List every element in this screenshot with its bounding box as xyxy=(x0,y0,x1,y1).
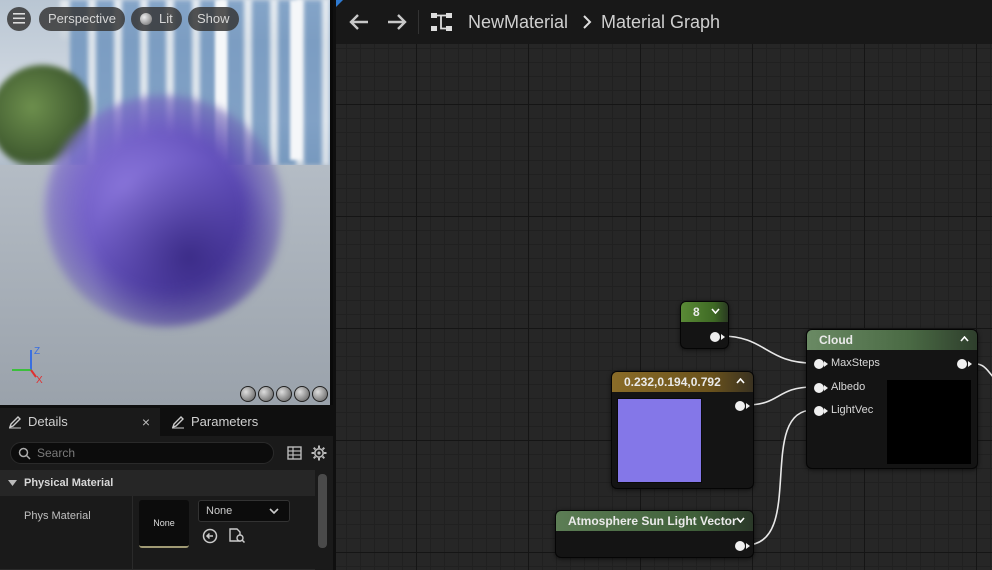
lighting-mode-button[interactable]: Lit xyxy=(131,7,182,31)
graph-icon xyxy=(431,13,452,31)
graph-toolbar: NewMaterial Material Graph xyxy=(336,0,992,44)
details-tab-bar: Details × Parameters xyxy=(0,408,333,436)
input-pin-lightvec[interactable] xyxy=(814,406,824,416)
custom-mesh-preview-icon[interactable] xyxy=(312,386,328,402)
node-header[interactable]: Cloud xyxy=(807,330,977,350)
node-title: 8 xyxy=(693,305,700,319)
input-label-albedo: Albedo xyxy=(831,381,866,393)
chevron-up-icon[interactable] xyxy=(960,336,969,342)
property-label: Phys Material xyxy=(24,510,91,522)
tab-parameters[interactable]: Parameters xyxy=(163,408,333,436)
browse-to-asset-icon[interactable] xyxy=(228,527,246,544)
input-label-maxsteps: MaxSteps xyxy=(831,357,880,369)
property-divider[interactable] xyxy=(132,496,133,570)
output-pin[interactable] xyxy=(957,359,967,369)
breadcrumb-graph: Material Graph xyxy=(601,12,721,32)
search-row xyxy=(0,436,333,470)
search-input[interactable] xyxy=(37,445,267,461)
section-physical-material[interactable]: Physical Material xyxy=(0,470,315,496)
arrow-right-icon[interactable] xyxy=(386,12,408,32)
chevron-down-icon xyxy=(269,508,279,514)
panel-corner-marker xyxy=(336,0,343,7)
axis-x-label: X xyxy=(36,375,43,386)
phys-material-dropdown[interactable]: None xyxy=(198,500,290,522)
chevron-right-icon xyxy=(583,15,592,29)
background-pillar xyxy=(290,0,302,160)
view-mode-button[interactable]: Perspective xyxy=(39,7,125,31)
pin-arrow-icon xyxy=(746,543,750,549)
output-pin[interactable] xyxy=(735,401,745,411)
asset-thumbnail[interactable]: None xyxy=(139,500,189,548)
pin-arrow-icon xyxy=(746,403,750,409)
section-title: Physical Material xyxy=(24,477,114,489)
plane-preview-icon[interactable] xyxy=(276,386,292,402)
cloud-function-node[interactable]: Cloud MaxSteps Albedo LightVec xyxy=(806,329,978,469)
pin-arrow-icon xyxy=(824,408,828,414)
arrow-left-icon[interactable] xyxy=(348,12,370,32)
cube-preview-icon[interactable] xyxy=(294,386,310,402)
pencil-icon xyxy=(8,416,21,429)
wire-albedo xyxy=(745,386,814,406)
node-header[interactable]: Atmosphere Sun Light Vector xyxy=(556,511,753,531)
show-flags-button[interactable]: Show xyxy=(188,7,239,31)
wire-maxsteps xyxy=(720,335,814,364)
sphere-preview-icon[interactable] xyxy=(258,386,274,402)
hamburger-icon xyxy=(13,13,25,24)
chevron-down-icon[interactable] xyxy=(711,308,720,314)
pencil-icon xyxy=(171,416,184,429)
node-header[interactable]: 8 xyxy=(681,302,728,322)
search-box[interactable] xyxy=(10,442,274,464)
settings-gear-icon[interactable] xyxy=(311,445,327,461)
axis-z-label: Z xyxy=(34,346,40,357)
toolbar-separator xyxy=(418,10,419,34)
tab-details-label: Details xyxy=(28,414,68,429)
lit-sphere-icon xyxy=(140,13,152,25)
tab-details[interactable]: Details × xyxy=(0,408,160,436)
input-label-lightvec: LightVec xyxy=(831,404,874,416)
pin-arrow-icon xyxy=(721,334,725,340)
close-tab-button[interactable]: × xyxy=(142,408,150,436)
tab-parameters-label: Parameters xyxy=(191,414,259,429)
details-panel: Details × Parameters Physical Material P… xyxy=(0,408,333,570)
input-pin-maxsteps[interactable] xyxy=(814,359,824,369)
preview-sphere xyxy=(42,95,287,327)
output-pin[interactable] xyxy=(735,541,745,551)
details-scrollbar[interactable] xyxy=(318,474,327,548)
preview-shape-toolbar xyxy=(240,386,330,402)
pin-arrow-icon xyxy=(824,385,828,391)
color-swatch xyxy=(617,398,702,483)
node-preview xyxy=(887,380,971,464)
viewport-menu-button[interactable] xyxy=(7,7,31,31)
breadcrumb-asset[interactable]: NewMaterial xyxy=(468,12,568,33)
constant3vector-node[interactable]: 0.232,0.194,0.792 xyxy=(611,371,754,489)
axis-gizmo-icon: Z X xyxy=(12,346,43,386)
dropdown-value: None xyxy=(206,505,233,517)
input-pin-albedo[interactable] xyxy=(814,383,824,393)
property-row-phys-material: Phys Material None None xyxy=(0,496,315,570)
atmosphere-sun-light-vector-node[interactable]: Atmosphere Sun Light Vector xyxy=(555,510,754,558)
lighting-mode-label: Lit xyxy=(159,11,173,26)
node-title: Cloud xyxy=(819,333,853,347)
material-editor: Perspective Lit Show Z X Details × Param… xyxy=(0,0,992,570)
wire-lightvec xyxy=(745,409,814,546)
table-view-icon[interactable] xyxy=(287,446,302,460)
use-selected-asset-icon[interactable] xyxy=(202,528,218,544)
constant-node[interactable]: 8 xyxy=(680,301,729,349)
output-pin[interactable] xyxy=(710,332,720,342)
pin-arrow-icon xyxy=(968,361,972,367)
node-header[interactable]: 0.232,0.194,0.792 xyxy=(612,372,753,392)
cylinder-preview-icon[interactable] xyxy=(240,386,256,402)
node-title: 0.232,0.194,0.792 xyxy=(624,375,721,389)
material-graph-canvas[interactable]: NewMaterial Material Graph 8 0.232,0.194… xyxy=(336,0,992,570)
node-title: Atmosphere Sun Light Vector xyxy=(568,514,737,528)
material-preview-viewport[interactable]: Perspective Lit Show Z X xyxy=(0,0,333,405)
chevron-up-icon[interactable] xyxy=(736,378,745,384)
chevron-down-icon xyxy=(8,480,17,486)
pin-arrow-icon xyxy=(824,361,828,367)
search-icon xyxy=(18,447,31,460)
chevron-down-icon[interactable] xyxy=(736,517,745,523)
